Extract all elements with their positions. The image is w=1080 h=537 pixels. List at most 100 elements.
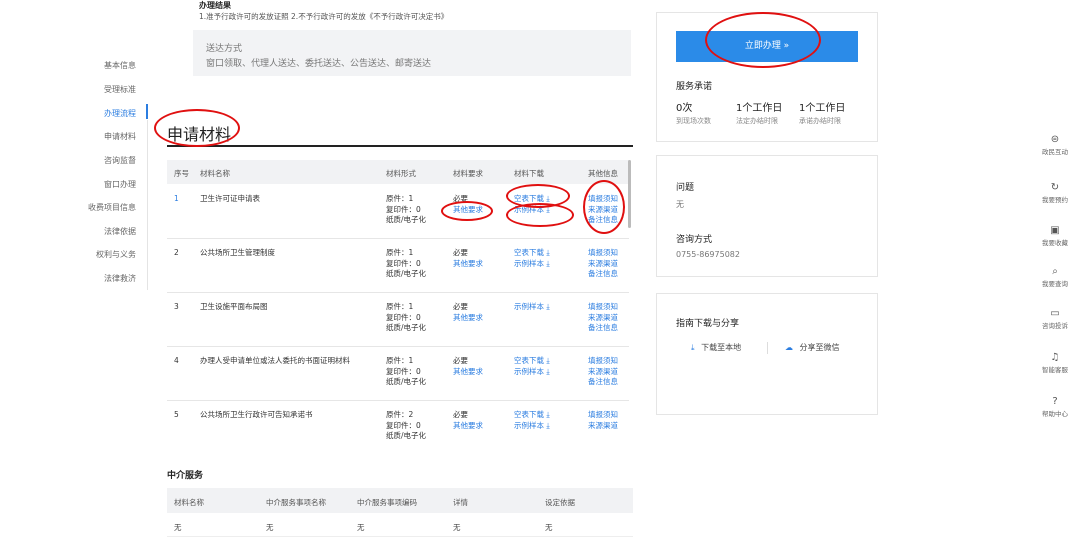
info-card: 问题 无 咨询方式 0755-86975082	[656, 155, 878, 277]
service-commitment-title: 服务承诺	[676, 82, 713, 92]
row-name: 办理人受申请单位或法人委托的书面证明材料	[200, 356, 350, 365]
help-icon: ?	[1052, 396, 1058, 407]
table-row: 5 公共场所卫生行政许可告知承诺书 原件：2 复印件：0 纸质/电子化 必要 其…	[167, 400, 629, 452]
sidebar-item-process[interactable]: 办理流程	[80, 108, 136, 119]
blank-form-download-link[interactable]: 空表下载	[514, 248, 544, 257]
other-requirements-link[interactable]: 其他要求	[453, 313, 483, 324]
sidebar-item-materials[interactable]: 申请材料	[80, 131, 136, 142]
table-row: 3 卫生设施平面布局图 原件：1 复印件：0 纸质/电子化 必要 其他要求 示例…	[167, 292, 629, 347]
intermediary-table-header: 材料名称 中介服务事项名称 中介服务事项编码 详情 设定依据	[167, 488, 633, 513]
row-name: 卫生设施平面布局图	[200, 302, 268, 311]
row-form-type: 纸质/电子化	[386, 377, 427, 386]
sidebar-item-window[interactable]: 窗口办理	[80, 179, 136, 190]
blank-form-download-link[interactable]: 空表下载	[514, 410, 544, 419]
fill-notes-link[interactable]: 填报须知	[588, 410, 618, 421]
row-form-original: 原件：1	[386, 194, 414, 203]
float-label: 智能客服	[1042, 366, 1068, 374]
float-label: 我要预约	[1042, 196, 1068, 204]
sidebar-item-rights[interactable]: 权利与义务	[70, 249, 136, 260]
download-icon: ⤓	[691, 343, 695, 352]
sidebar-item-acceptance[interactable]: 受理标准	[80, 84, 136, 95]
other-requirements-link[interactable]: 其他要求	[453, 421, 483, 432]
source-channel-link[interactable]: 来源渠道	[588, 421, 618, 432]
fill-notes-link[interactable]: 填报须知	[588, 356, 618, 367]
row-name: 卫生许可证申请表	[200, 194, 260, 203]
other-requirements-link[interactable]: 其他要求	[453, 367, 483, 378]
row-form-copy: 复印件：0	[386, 366, 421, 376]
float-item-interaction[interactable]: ⊜ 政民互动	[1030, 134, 1080, 156]
cell-basis: 无	[545, 523, 553, 532]
download-icon: ⤓	[546, 356, 550, 365]
row-form-original: 原件：1	[386, 356, 414, 365]
row-form-type: 纸质/电子化	[386, 215, 427, 224]
sample-download-link[interactable]: 示例样本	[514, 421, 544, 430]
source-channel-link[interactable]: 来源渠道	[588, 313, 618, 324]
other-requirements-link[interactable]: 其他要求	[453, 259, 483, 270]
float-item-service[interactable]: ♫ 智能客服	[1030, 352, 1080, 374]
share-wechat-label: 分享至微信	[799, 343, 840, 352]
header-requirement: 材料要求	[453, 169, 483, 178]
delivery-box: 送达方式 窗口领取、代理人送达、委托送达、公告送达、邮寄送达	[193, 30, 631, 76]
download-icon: ⤓	[546, 366, 550, 376]
cell-service-code: 无	[357, 523, 365, 532]
stat-promise-time-label: 承诺办结时限	[799, 117, 841, 125]
sample-download-link[interactable]: 示例样本	[514, 259, 544, 268]
source-channel-link[interactable]: 来源渠道	[588, 367, 618, 378]
share-wechat-button[interactable]: ☁ 分享至微信	[785, 342, 840, 353]
sidebar-item-basic-info[interactable]: 基本信息	[80, 60, 136, 71]
float-item-search[interactable]: ⌕ 我要查询	[1030, 266, 1080, 288]
float-item-favorite[interactable]: ▣ 我要收藏	[1030, 225, 1080, 247]
sidebar-active-indicator	[146, 104, 148, 119]
search-icon: ⌕	[1052, 266, 1058, 277]
sidebar-item-consult[interactable]: 咨询监督	[80, 155, 136, 166]
row-form-copy: 复印件：0	[386, 312, 421, 322]
header-details: 详情	[453, 498, 468, 507]
download-icon: ⤓	[546, 410, 550, 419]
row-form-type: 纸质/电子化	[386, 323, 427, 332]
download-local-button[interactable]: ⤓ 下载至本地	[691, 342, 741, 353]
row-form-original: 原件：2	[386, 410, 414, 419]
blank-form-download-link[interactable]: 空表下载	[514, 356, 544, 365]
header-download: 材料下载	[514, 169, 544, 178]
annotation-circle	[441, 201, 493, 221]
consult-phone: 0755-86975082	[676, 250, 740, 259]
fill-notes-link[interactable]: 填报须知	[588, 248, 618, 259]
remark-info-link[interactable]: 备注信息	[588, 323, 618, 334]
sample-download-link[interactable]: 示例样本	[514, 367, 544, 376]
source-channel-link[interactable]: 来源渠道	[588, 259, 618, 270]
row-required: 必要	[453, 302, 468, 311]
header-form: 材料形式	[386, 169, 416, 178]
float-item-help[interactable]: ? 帮助中心	[1030, 396, 1080, 418]
row-form-copy: 复印件：0	[386, 204, 421, 214]
stat-legal-time-label: 法定办结时限	[736, 117, 778, 125]
remark-info-link[interactable]: 备注信息	[588, 377, 618, 388]
row-required: 必要	[453, 410, 468, 419]
float-label: 帮助中心	[1042, 410, 1068, 418]
float-label: 我要查询	[1042, 280, 1068, 288]
remark-info-link[interactable]: 备注信息	[588, 269, 618, 280]
float-label: 政民互动	[1042, 148, 1068, 156]
result-title: 办理结果	[199, 1, 231, 10]
result-text: 1.准予行政许可的发放证照 2.不予行政许可的发放《不予行政许可决定书》	[199, 12, 449, 21]
sidebar-item-remedy[interactable]: 法律救济	[80, 273, 136, 284]
annotation-circle	[506, 203, 574, 227]
stat-promise-time-value: 1个工作日	[799, 103, 846, 114]
fill-notes-link[interactable]: 填报须知	[588, 302, 618, 313]
sidebar-item-fees[interactable]: 收费项目信息	[70, 202, 136, 213]
stat-visits-value: 0次	[676, 103, 693, 114]
row-form-type: 纸质/电子化	[386, 269, 427, 278]
sample-download-link[interactable]: 示例样本	[514, 302, 544, 311]
sidebar-item-legal-basis[interactable]: 法律依据	[80, 226, 136, 237]
table-scrollbar[interactable]	[628, 160, 631, 228]
row-form-copy: 复印件：0	[386, 420, 421, 430]
float-item-complaint[interactable]: ▭ 咨询投诉	[1030, 308, 1080, 330]
annotation-circle	[154, 109, 240, 147]
row-form-copy: 复印件：0	[386, 258, 421, 268]
wechat-icon: ☁	[785, 343, 793, 352]
download-icon: ⤓	[546, 248, 550, 257]
annotation-circle	[583, 180, 625, 234]
float-item-appointment[interactable]: ↻ 我要预约	[1030, 182, 1080, 204]
cell-details: 无	[453, 523, 461, 532]
question-title: 问题	[676, 183, 695, 193]
row-no: 3	[174, 302, 179, 311]
